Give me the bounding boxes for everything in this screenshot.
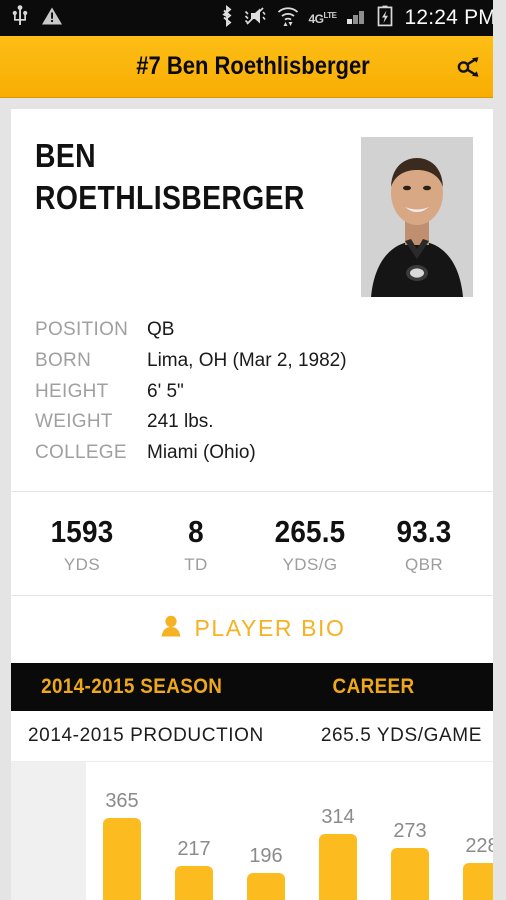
stat-value: 93.3 — [396, 513, 452, 549]
stat-value: 265.5 — [274, 513, 346, 549]
chart-bar-fill — [175, 865, 213, 900]
stat-yds-per-game: 265.5 YDS/G — [253, 514, 367, 575]
person-icon — [160, 614, 182, 643]
season-stat-summary: 1593 YDS 8 TD 265.5 YDS/G 93.3 QBR — [11, 492, 495, 595]
chart-bar-label: 196 — [249, 844, 283, 867]
chart-bar: 365 — [103, 790, 141, 900]
player-bio-label: PLAYER BIO — [194, 614, 346, 641]
chart-body[interactable]: 365 217 196 314 273 228 — [11, 761, 495, 900]
stats-tab-bar: 2014-2015 SEASON CAREER — [11, 662, 495, 711]
chart-bars: 365 217 196 314 273 228 — [86, 762, 495, 900]
player-card: BEN ROETHLISBERGER POSITION QB BORN Lima… — [11, 109, 495, 663]
tab-season[interactable]: 2014-2015 SEASON — [11, 663, 253, 711]
player-name-block: BEN ROETHLISBERGER — [35, 135, 361, 297]
usb-icon — [12, 4, 28, 32]
stat-label: TD — [184, 554, 208, 574]
player-first-name: BEN — [35, 137, 96, 174]
clock: 12:24 PM — [404, 6, 496, 29]
player-hero: BEN ROETHLISBERGER — [11, 109, 495, 297]
lte-label: LTE — [323, 10, 337, 20]
stat-value: 1593 — [50, 513, 114, 549]
chart-bar-label: 217 — [177, 837, 211, 860]
stat-yds: 1593 YDS — [25, 514, 139, 575]
chart-bar-fill — [247, 872, 285, 900]
bio-key: HEIGHT — [35, 380, 109, 402]
signal-icon — [345, 6, 369, 31]
stat-label: QBR — [404, 554, 444, 574]
chart-bar: 228 — [463, 835, 495, 900]
bio-key: WEIGHT — [35, 411, 113, 433]
wifi-icon — [276, 5, 300, 32]
bio-value: 241 lbs. — [147, 411, 214, 433]
chart-bar-fill — [103, 817, 141, 900]
warning-icon — [41, 6, 63, 31]
page-body: BEN ROETHLISBERGER POSITION QB BORN Lima… — [0, 0, 506, 900]
stat-label: YDS — [63, 554, 101, 574]
stat-value: 8 — [188, 513, 204, 549]
chart-subtitle: 265.5 YDS/GAME — [320, 724, 482, 746]
player-headshot — [361, 137, 473, 297]
chart-bar-fill — [391, 847, 429, 900]
bio-row: HEIGHT 6' 5" — [35, 377, 471, 408]
tab-career-label: CAREER — [333, 674, 415, 698]
share-icon[interactable] — [450, 47, 490, 87]
status-bar-left-icons — [12, 4, 63, 32]
chart-bar-label: 314 — [321, 805, 355, 828]
bluetooth-icon — [220, 4, 234, 32]
mute-icon — [242, 5, 268, 32]
bio-row: COLLEGE Miami (Ohio) — [35, 438, 471, 469]
stat-label: YDS/G — [282, 554, 338, 574]
network-type-label: 4G — [308, 11, 324, 26]
stat-qbr: 93.3 QBR — [367, 514, 481, 575]
page-title: #7 Ben Roethlisberger — [136, 52, 370, 80]
bio-key: POSITION — [35, 319, 129, 340]
bio-value: Lima, OH (Mar 2, 1982) — [147, 349, 347, 371]
chart-bar: 273 — [391, 820, 429, 900]
chart-title: 2014-2015 PRODUCTION — [28, 724, 264, 746]
chart-header: 2014-2015 PRODUCTION 265.5 YDS/GAME — [11, 711, 495, 762]
status-bar: 4GLTE 12:24 PM — [0, 0, 506, 36]
chart-bar-label: 273 — [393, 819, 427, 842]
player-bio-button[interactable]: PLAYER BIO — [11, 596, 495, 663]
bio-value: QB — [147, 319, 175, 340]
bio-key: COLLEGE — [35, 442, 127, 464]
tab-season-label: 2014-2015 SEASON — [41, 674, 223, 698]
chart-bar-fill — [463, 862, 495, 900]
chart-bar-label: 228 — [465, 834, 495, 857]
chart-bar: 314 — [319, 806, 357, 900]
bio-key: BORN — [35, 349, 92, 371]
battery-charging-icon — [377, 5, 393, 32]
chart-bar-label: 365 — [105, 789, 139, 812]
action-bar: #7 Ben Roethlisberger — [0, 36, 506, 98]
stat-td: 8 TD — [139, 514, 253, 575]
chart-plot-area: 365 217 196 314 273 228 — [86, 761, 495, 900]
lte-icon: 4GLTE — [308, 10, 337, 26]
chart-bar: 217 — [175, 838, 213, 900]
player-last-name: ROETHLISBERGER — [35, 179, 305, 217]
tab-career[interactable]: CAREER — [253, 663, 495, 711]
bio-row: BORN Lima, OH (Mar 2, 1982) — [35, 346, 471, 377]
scrollbar-gutter[interactable] — [493, 0, 506, 900]
production-chart-card: 2014-2015 PRODUCTION 265.5 YDS/GAME 365 2… — [11, 710, 495, 900]
bio-row: WEIGHT 241 lbs. — [35, 407, 471, 438]
chart-bar: 196 — [247, 845, 285, 900]
chart-bar-fill — [319, 833, 357, 900]
bio-value: Miami (Ohio) — [147, 442, 256, 464]
app-root: 4GLTE 12:24 PM #7 Ben Roethlisberger BEN… — [0, 0, 506, 900]
bio-value: 6' 5" — [147, 380, 184, 402]
bio-row: POSITION QB — [35, 315, 471, 346]
player-bio-table: POSITION QB BORN Lima, OH (Mar 2, 1982) … — [11, 297, 495, 491]
status-bar-right-icons: 4GLTE 12:24 PM — [220, 4, 496, 32]
